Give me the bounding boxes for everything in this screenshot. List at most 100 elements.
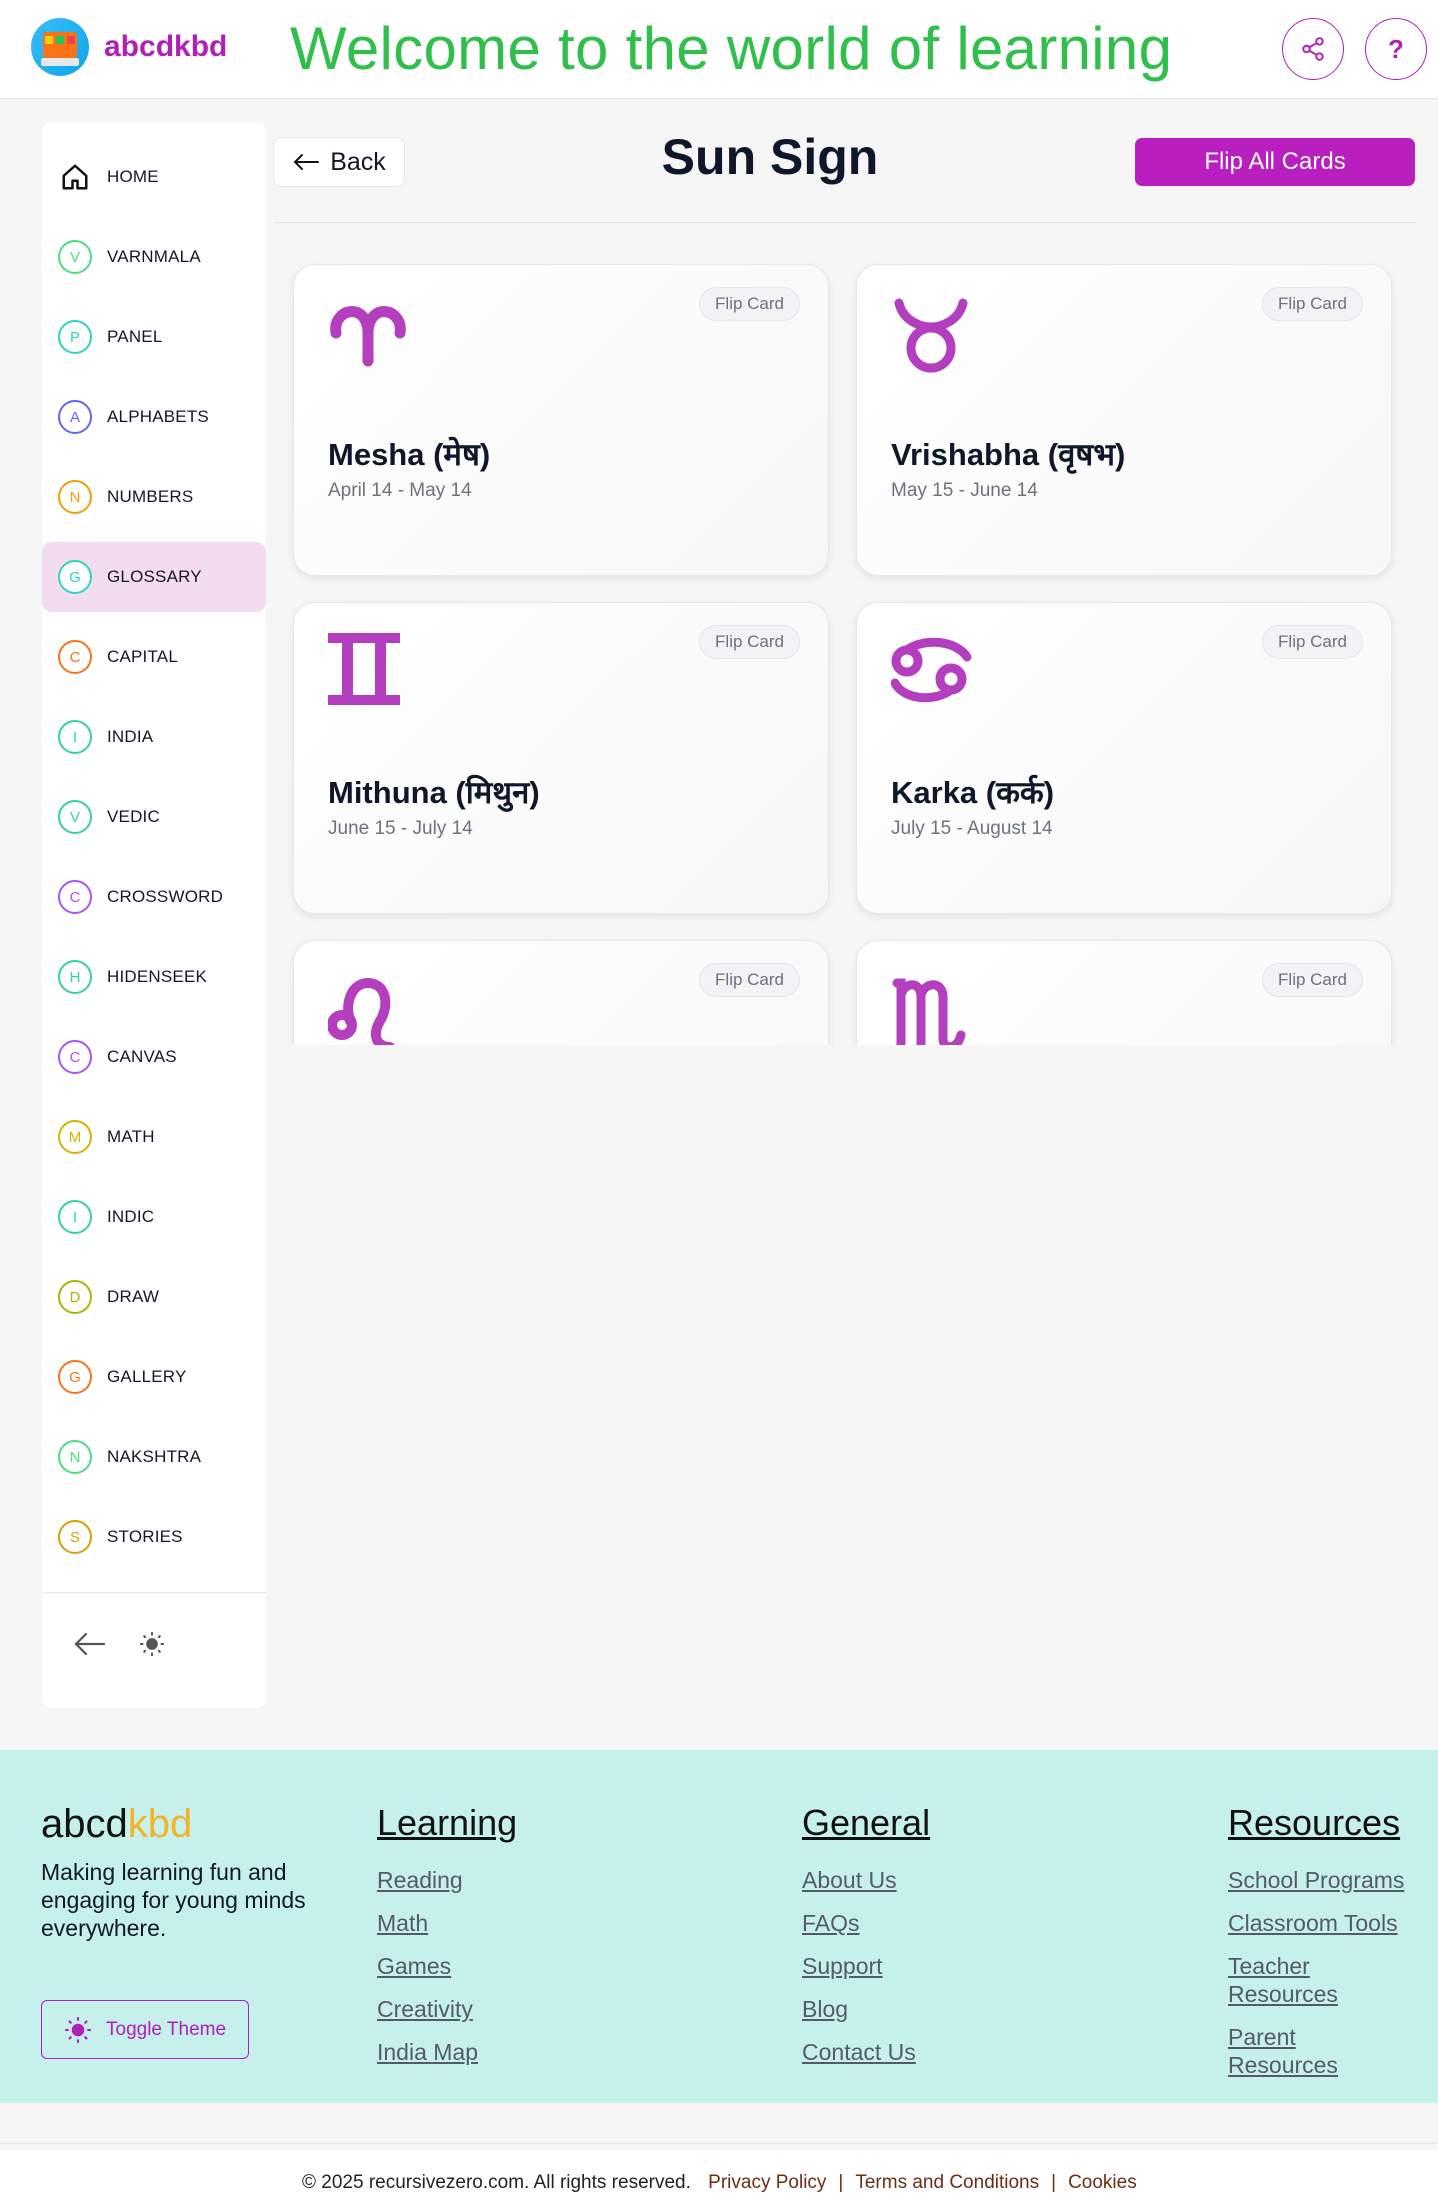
footer-link[interactable]: FAQs — [802, 1909, 1102, 1937]
sidebar-item-hidenseek[interactable]: H HIDENSEEK — [42, 942, 266, 1012]
sidebar-item-gallery[interactable]: G GALLERY — [42, 1342, 266, 1412]
card-name: Mesha (मेष) — [328, 437, 491, 472]
footer-brand-part-b: kbd — [127, 1802, 193, 1846]
sidebar-divider — [42, 1592, 266, 1593]
sidebar-item-label: GLOSSARY — [107, 567, 202, 586]
zodiac-card[interactable]: Flip Card — [293, 940, 829, 1045]
letter-badge-icon: C — [58, 1040, 92, 1074]
sidebar-item-indic[interactable]: I INDIC — [42, 1182, 266, 1252]
flip-card-button[interactable]: Flip Card — [699, 625, 800, 659]
footer-brand: abcdkbd — [41, 1802, 192, 1847]
footer-column-title[interactable]: Resources — [1228, 1802, 1428, 1844]
sidebar-item-math[interactable]: M MATH — [42, 1102, 266, 1172]
help-button[interactable]: ? — [1365, 18, 1427, 80]
sidebar-item-numbers[interactable]: N NUMBERS — [42, 462, 266, 532]
sidebar-item-label: STORIES — [107, 1527, 183, 1546]
share-icon — [1302, 37, 1324, 61]
sidebar-item-label: DRAW — [107, 1287, 160, 1306]
footer-link[interactable]: Blog — [802, 1995, 1102, 2023]
footer-link[interactable]: Games — [377, 1952, 677, 1980]
footer-link[interactable]: Support — [802, 1952, 1102, 1980]
copyright-text: © 2025 recursivezero.com. All rights res… — [302, 2172, 691, 2193]
sidebar-item-stories[interactable]: S STORIES — [42, 1502, 266, 1572]
taurus-icon — [894, 298, 968, 373]
footer-brand-part-a: abcd — [41, 1802, 128, 1846]
footer-link[interactable]: Teacher Resources — [1228, 1952, 1358, 2008]
virgo-icon — [892, 978, 966, 1045]
sidebar-item-varnmala[interactable]: V VARNMALA — [42, 222, 266, 292]
sidebar-item-home[interactable]: HOME — [42, 142, 266, 212]
theme-toggle-button[interactable] — [134, 1626, 170, 1662]
footer-column-general: General About Us FAQs Support Blog Conta… — [802, 1802, 1102, 2081]
footer-column-title[interactable]: Learning — [377, 1802, 677, 1844]
toggle-theme-button[interactable]: Toggle Theme — [41, 2000, 249, 2059]
logo-icon[interactable] — [31, 18, 89, 76]
flip-card-button[interactable]: Flip Card — [1262, 963, 1363, 997]
terms-link[interactable]: Terms and Conditions — [855, 2172, 1039, 2193]
letter-badge-icon: I — [58, 720, 92, 754]
card-dates: July 15 - August 14 — [891, 818, 1053, 839]
leo-icon — [328, 977, 395, 1045]
sidebar-item-draw[interactable]: D DRAW — [42, 1262, 266, 1332]
sidebar-item-canvas[interactable]: C CANVAS — [42, 1022, 266, 1092]
footer-column-title[interactable]: General — [802, 1802, 1102, 1844]
flip-card-button[interactable]: Flip Card — [1262, 287, 1363, 321]
sidebar-item-vedic[interactable]: V VEDIC — [42, 782, 266, 852]
zodiac-card[interactable]: Flip Card — [856, 940, 1392, 1045]
letter-badge-icon: V — [58, 240, 92, 274]
sidebar-item-india[interactable]: I INDIA — [42, 702, 266, 772]
zodiac-card[interactable]: Flip Card Karka (कर्क) July 15 - August … — [856, 602, 1392, 914]
sidebar-item-label: VARNMALA — [107, 247, 201, 266]
cookies-link[interactable]: Cookies — [1068, 2172, 1137, 2193]
zodiac-card[interactable]: Flip Card Mithuna (मिथुन) June 15 - July… — [293, 602, 829, 914]
footer-column-resources: Resources School Programs Classroom Tool… — [1228, 1802, 1428, 2094]
letter-badge-icon: N — [58, 480, 92, 514]
footer-link[interactable]: Reading — [377, 1866, 677, 1894]
flip-card-button[interactable]: Flip Card — [699, 963, 800, 997]
letter-badge-icon: G — [58, 1360, 92, 1394]
footer-link[interactable]: Classroom Tools — [1228, 1909, 1428, 1937]
letter-badge-icon: M — [58, 1120, 92, 1154]
letter-badge-icon: S — [58, 1520, 92, 1554]
letter-badge-icon: C — [58, 640, 92, 674]
flip-all-cards-button[interactable]: Flip All Cards — [1135, 138, 1415, 186]
footer-link[interactable]: School Programs — [1228, 1866, 1428, 1894]
privacy-policy-link[interactable]: Privacy Policy — [708, 2172, 826, 2193]
brand-name[interactable]: abcdkbd — [104, 30, 227, 64]
card-dates: June 15 - July 14 — [328, 818, 473, 839]
sidebar-item-label: NUMBERS — [107, 487, 194, 506]
sidebar-item-label: CAPITAL — [107, 647, 178, 666]
zodiac-card[interactable]: Flip Card Mesha (मेष) April 14 - May 14 — [293, 264, 829, 576]
arrow-left-icon — [293, 154, 320, 170]
footer-link[interactable]: Parent Resources — [1228, 2023, 1358, 2079]
sidebar-item-nakshtra[interactable]: N NAKSHTRA — [42, 1422, 266, 1492]
footer-link[interactable]: About Us — [802, 1866, 1102, 1894]
sidebar-item-label: ALPHABETS — [107, 407, 209, 426]
sidebar-item-capital[interactable]: C CAPITAL — [42, 622, 266, 692]
sidebar-item-glossary[interactable]: G GLOSSARY — [42, 542, 266, 612]
footer-column-learning: Learning Reading Math Games Creativity I… — [377, 1802, 677, 2081]
copyright-line: © 2025 recursivezero.com. All rights res… — [302, 2172, 1137, 2193]
sidebar-item-label: PANEL — [107, 327, 163, 346]
footer-link[interactable]: Math — [377, 1909, 677, 1937]
letter-badge-icon: V — [58, 800, 92, 834]
flip-card-button[interactable]: Flip Card — [699, 287, 800, 321]
sidebar-item-label: CROSSWORD — [107, 887, 224, 906]
zodiac-card[interactable]: Flip Card Vrishabha (वृषभ) May 15 - June… — [856, 264, 1392, 576]
sidebar-item-crossword[interactable]: C CROSSWORD — [42, 862, 266, 932]
footer-link[interactable]: Contact Us — [802, 2038, 1102, 2066]
letter-badge-icon: A — [58, 400, 92, 434]
footer-link[interactable]: Creativity — [377, 1995, 677, 2023]
back-button-label: Back — [330, 147, 386, 176]
letter-badge-icon: I — [58, 1200, 92, 1234]
share-button[interactable] — [1282, 18, 1344, 80]
letter-badge-icon: P — [58, 320, 92, 354]
flip-card-button[interactable]: Flip Card — [1262, 625, 1363, 659]
letter-badge-icon: C — [58, 880, 92, 914]
back-button[interactable]: Back — [273, 137, 405, 187]
collapse-sidebar-button[interactable] — [72, 1629, 108, 1659]
sidebar-item-panel[interactable]: P PANEL — [42, 302, 266, 372]
sidebar-item-label: HIDENSEEK — [107, 967, 208, 986]
sidebar-item-alphabets[interactable]: A ALPHABETS — [42, 382, 266, 452]
footer-link[interactable]: India Map — [377, 2038, 677, 2066]
